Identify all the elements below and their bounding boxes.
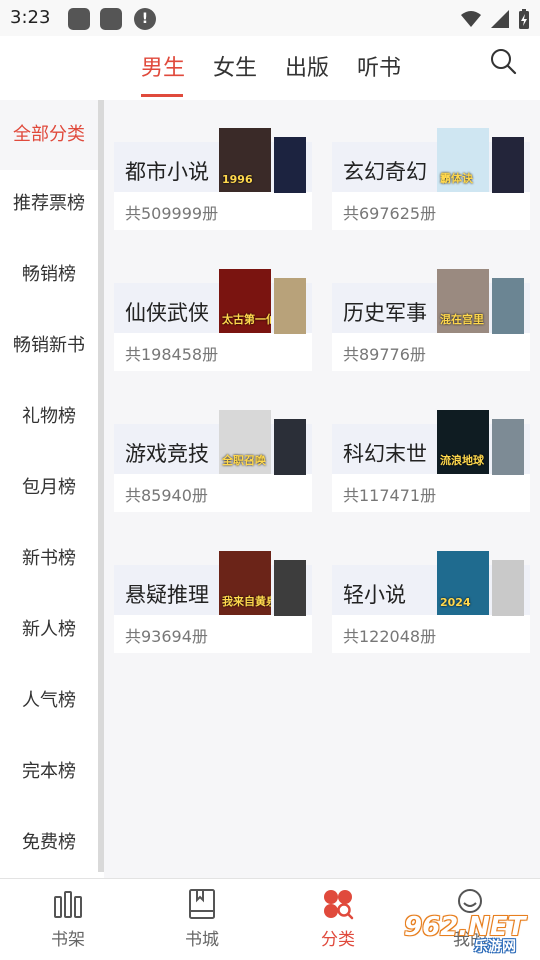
category-title: 游戏竞技 [125,442,209,466]
category-card-xianxia[interactable]: 太古第一仙 仙侠武侠 共198458册 [114,269,312,371]
sidebar-item-monthly[interactable]: 包月榜 [0,473,98,499]
category-card-mystery[interactable]: 我来自黄泉 悬疑推理 共93694册 [114,551,312,653]
category-card-urban[interactable]: 1996 都市小说 共509999册 [114,128,312,230]
category-count: 共117471册 [343,486,437,505]
tab-audiobook[interactable]: 听书 [357,50,401,82]
sidebar-item-free[interactable]: 免费榜 [0,828,98,854]
active-tab-indicator [141,94,183,97]
ranking-sidebar: 全部分类 推荐票榜 畅销榜 畅销新书 礼物榜 包月榜 新书榜 新人榜 人气榜 完… [0,100,98,876]
category-card-history[interactable]: 混在宫里 历史军事 共89776册 [332,269,530,371]
site-watermark: 962.NET 乐游网 [400,906,534,956]
tab-publish[interactable]: 出版 [285,50,329,82]
tab-male[interactable]: 男生 [141,50,185,82]
bottom-nav-bookshelf[interactable]: 书架 [28,887,108,950]
category-count: 共509999册 [125,204,219,223]
book-cover: 我来自黄泉 [219,551,271,615]
book-cover: 太古第一仙 [219,269,271,333]
sidebar-item-recommend-votes[interactable]: 推荐票榜 [0,189,98,215]
book-cover [274,560,306,616]
book-cover: 全职召唤 [219,410,271,474]
bottom-nav-label: 分类 [321,930,355,950]
category-count: 共122048册 [343,627,437,646]
sidebar-item-completed[interactable]: 完本榜 [0,757,98,783]
battery-icon [519,9,529,29]
category-title: 玄幻奇幻 [343,160,427,184]
book-cover: 混在宫里 [437,269,489,333]
book-cover [492,278,524,334]
bottom-nav-category[interactable]: 分类 [298,887,378,950]
status-time: 3:23 [10,7,51,28]
category-title: 仙侠武侠 [125,301,209,325]
category-title: 科幻末世 [343,442,427,466]
bookstore-icon [189,889,215,919]
sidebar-item-all-categories[interactable]: 全部分类 [0,100,98,170]
bottom-nav-bookstore[interactable]: 书城 [162,887,242,950]
category-count: 共198458册 [125,345,219,364]
book-cover [274,278,306,334]
category-title: 轻小说 [343,583,406,607]
book-cover [492,137,524,193]
sidebar-item-popular[interactable]: 人气榜 [0,686,98,712]
category-card-fantasy[interactable]: 霸体诀 玄幻奇幻 共697625册 [332,128,530,230]
book-cover: 流浪地球 [437,410,489,474]
bottom-nav-label: 书城 [185,930,219,950]
book-cover [274,419,306,475]
category-title: 都市小说 [125,160,209,184]
book-cover: 2024 [437,551,489,615]
book-cover [274,137,306,193]
wifi-icon [461,11,481,27]
alert-icon: ! [134,8,156,30]
bookshelf-icon [54,891,82,918]
sidebar-item-new-authors[interactable]: 新人榜 [0,615,98,641]
sidebar-item-bestseller-new[interactable]: 畅销新书 [0,331,98,357]
category-card-gaming[interactable]: 全职召唤 游戏竞技 共85940册 [114,410,312,512]
sidebar-item-gift[interactable]: 礼物榜 [0,402,98,428]
search-icon[interactable] [488,46,518,76]
bottom-nav-label: 书架 [51,930,85,950]
tab-female[interactable]: 女生 [213,50,257,82]
category-card-light-novel[interactable]: 2024 轻小说 共122048册 [332,551,530,653]
category-title: 悬疑推理 [125,583,209,607]
sidebar-item-new-books[interactable]: 新书榜 [0,544,98,570]
category-count: 共697625册 [343,204,437,223]
category-title: 历史军事 [343,301,427,325]
watermark-subtitle: 乐游网 [474,939,516,955]
signal-icon [491,10,509,28]
category-card-scifi[interactable]: 流浪地球 科幻末世 共117471册 [332,410,530,512]
sidebar-item-bestseller[interactable]: 畅销榜 [0,260,98,286]
app-notification-icon [100,8,122,30]
category-grid: 1996 都市小说 共509999册 霸体诀 玄幻奇幻 共697625册 太古第… [104,100,540,878]
book-cover: 霸体诀 [437,128,489,192]
book-cover: 1996 [219,128,271,192]
book-cover [492,560,524,616]
book-cover [492,419,524,475]
category-tabs: 男生 女生 出版 听书 [0,36,540,100]
category-count: 共85940册 [125,486,208,505]
category-count: 共93694册 [125,627,208,646]
category-icon [324,890,354,920]
category-count: 共89776册 [343,345,426,364]
app-notification-icon [68,8,90,30]
status-bar: 3:23 ! [0,0,540,36]
